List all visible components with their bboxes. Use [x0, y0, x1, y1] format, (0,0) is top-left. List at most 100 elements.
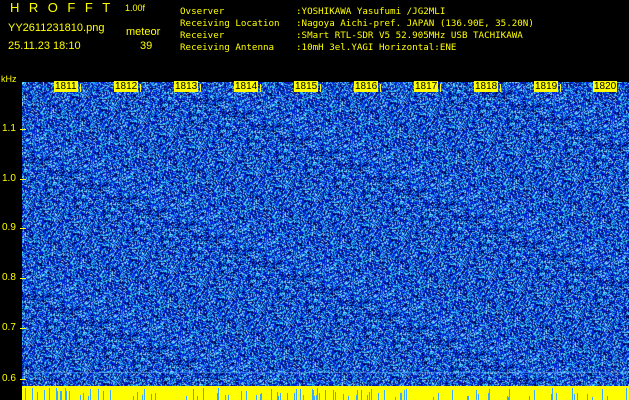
ground-spike [56, 388, 57, 400]
x-tick-label: 1813 [174, 81, 199, 92]
ground-spike [49, 388, 50, 400]
ground-spike [587, 394, 588, 400]
y-tick-mark [20, 179, 26, 180]
info-label: Receiver [180, 30, 225, 41]
meteor-count: 39 [140, 40, 153, 52]
ground-spike [577, 393, 578, 400]
ground-spike [489, 389, 490, 400]
info-value: :10mH 3el.YAGI Horizontal:ENE [296, 42, 457, 53]
ground-spike [88, 396, 89, 400]
info-label: Receiving Location [180, 18, 280, 29]
ground-spike [246, 391, 247, 400]
ground-spike [98, 389, 99, 400]
app-title: HROFFT [10, 0, 120, 15]
ground-spike [343, 394, 344, 400]
x-tick-mark [380, 84, 381, 92]
ground-spike [228, 395, 229, 400]
x-tick-mark [140, 84, 141, 92]
ground-spike [25, 388, 26, 400]
ground-spike [133, 396, 134, 400]
hrofft-window: HROFFT 1.00f YY2611231810.png 25.11.23 1… [0, 0, 629, 400]
ground-spike [572, 388, 573, 400]
ground-spike [203, 388, 204, 400]
ground-spike [80, 395, 81, 400]
x-tick-label: 1819 [534, 81, 559, 92]
ground-spike [371, 389, 372, 400]
ground-spike [552, 388, 553, 400]
x-tick-mark [80, 84, 81, 92]
x-tick-label: 1816 [354, 81, 379, 92]
y-tick-mark [20, 379, 26, 380]
ground-spike [313, 390, 314, 400]
ground-spike [406, 389, 407, 400]
ground-spike [69, 391, 70, 400]
info-row-receiver: Receiver:SMart RTL-SDR V5 52.905MHz USB … [180, 30, 523, 41]
y-tick-mark [20, 278, 26, 279]
ground-spike [155, 393, 156, 400]
ground-spike [271, 389, 272, 400]
ground-spike [534, 396, 535, 400]
app-version: 1.00f [125, 3, 146, 13]
info-row-antenna: Receiving Antenna:10mH 3el.YAGI Horizont… [180, 42, 456, 53]
ground-spike [296, 389, 297, 400]
y-tick-label: 1.0 [2, 173, 16, 184]
ground-spike [278, 396, 279, 400]
y-tick-label: 1.1 [2, 123, 16, 134]
x-tick-label: 1820 [593, 81, 618, 92]
y-tick-mark [20, 129, 26, 130]
info-value: :YOSHIKAWA Yasufumi /JG2MLI [296, 6, 446, 17]
ground-spike [378, 393, 379, 400]
ground-spike [319, 393, 320, 400]
ground-spike [32, 388, 33, 400]
ground-spike [294, 393, 295, 400]
ground-spike [303, 395, 304, 400]
y-tick-label: 0.8 [2, 272, 16, 283]
ground-spike [144, 389, 145, 400]
ground-spike [529, 396, 530, 400]
ground-spike [333, 390, 334, 400]
y-axis-unit: kHz [1, 74, 17, 84]
ground-spike [280, 393, 281, 400]
ground-spike [193, 389, 194, 400]
ground-spike [261, 393, 262, 400]
x-tick-label: 1811 [54, 81, 78, 92]
ground-spike [478, 394, 479, 400]
ground-spike [556, 393, 557, 400]
ground-spike [60, 391, 61, 400]
y-tick-label: 0.9 [2, 222, 16, 233]
x-tick-label: 1812 [114, 81, 139, 92]
ground-spike [574, 394, 575, 400]
ground-spike [452, 390, 453, 400]
spectrogram-canvas [22, 82, 629, 400]
ground-spike [137, 392, 138, 400]
y-tick-mark [20, 328, 26, 329]
ground-spike [367, 395, 368, 400]
y-tick-label: 0.6 [2, 373, 16, 384]
ground-spike [314, 396, 315, 400]
ground-spike [300, 389, 301, 400]
info-row-observer: Ovserver:YOSHIKAWA Yasufumi /JG2MLI [180, 6, 445, 17]
ground-spike [151, 394, 152, 400]
ground-spike [61, 391, 62, 400]
ground-spike [325, 390, 326, 400]
ground-spike [509, 389, 510, 400]
image-filename: YY2611231810.png [8, 22, 105, 34]
x-tick-mark [320, 84, 321, 92]
ground-spike [438, 393, 439, 400]
ground-spike [83, 393, 84, 400]
ground-spike [312, 389, 313, 400]
ground-spike [57, 391, 58, 400]
ground-spike [361, 392, 362, 400]
x-tick-label: 1814 [234, 81, 259, 92]
info-row-location: Receiving Location:Nagoya Aichi-pref. JA… [180, 18, 534, 29]
ground-spike [384, 390, 385, 400]
ground-spike [277, 392, 278, 400]
ground-spike [476, 390, 477, 400]
ground-spike [37, 392, 38, 400]
capture-datetime: 25.11.23 18:10 [8, 40, 81, 52]
x-tick-label: 1818 [474, 81, 499, 92]
x-tick-label: 1817 [414, 81, 439, 92]
ground-spike [44, 390, 45, 400]
x-tick-mark [200, 84, 201, 92]
ground-spike [260, 394, 261, 400]
